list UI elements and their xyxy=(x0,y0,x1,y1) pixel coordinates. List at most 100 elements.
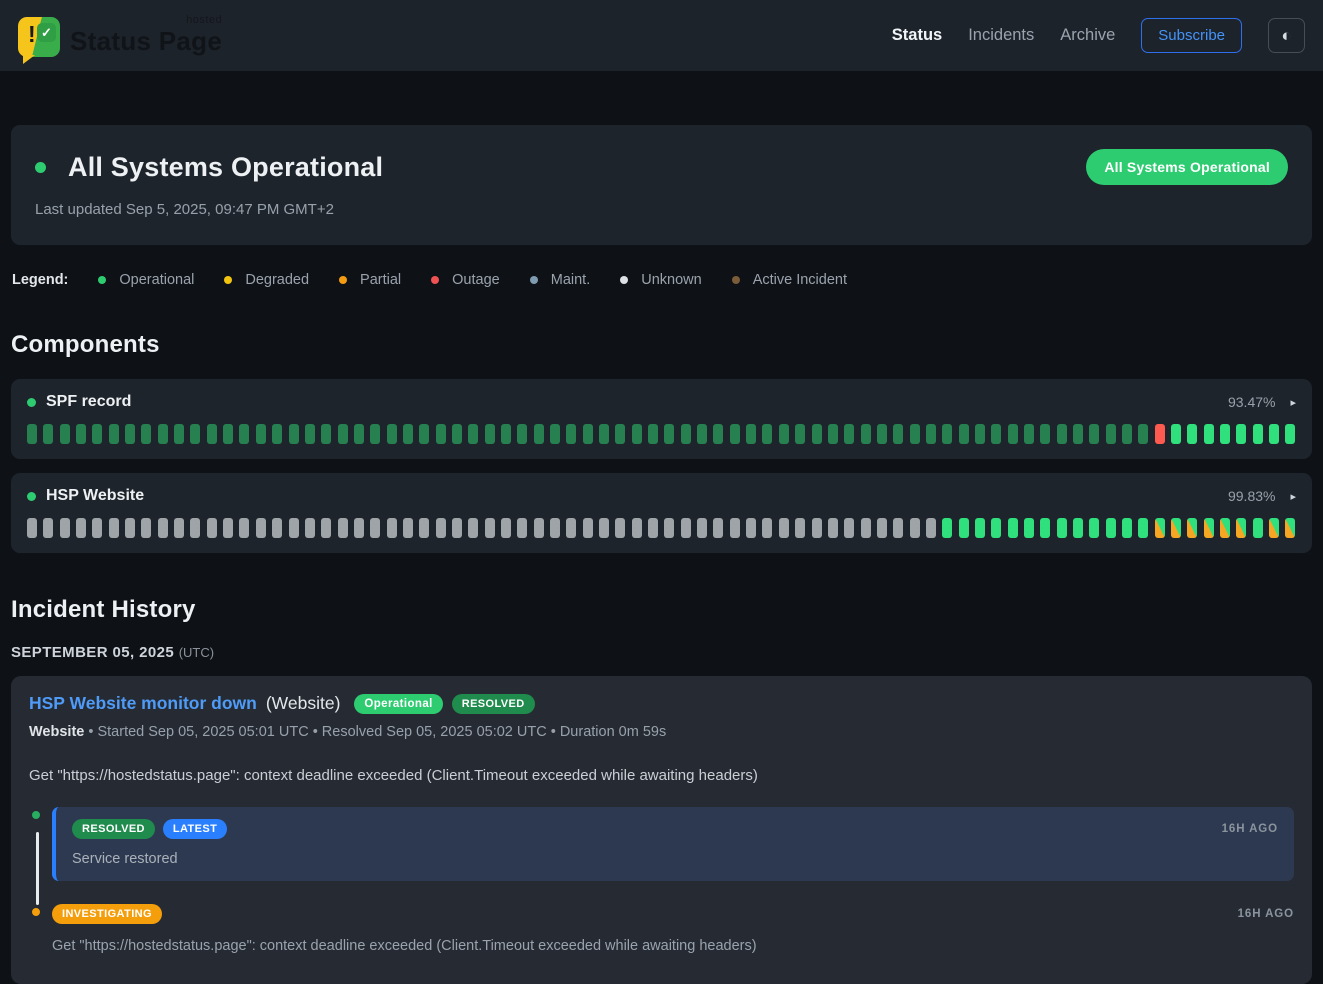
uptime-bar-operational-dim xyxy=(681,424,691,444)
speech-bubble-tail xyxy=(23,55,35,64)
uptime-bar-unknown xyxy=(60,518,70,538)
overall-status-card: All Systems Operational All Systems Oper… xyxy=(11,125,1312,245)
uptime-bar-operational-dim xyxy=(272,424,282,444)
incident-date: SEPTEMBER 05, 2025 xyxy=(11,644,174,661)
uptime-bar-partial-mixed xyxy=(1171,518,1181,538)
incident-description: Get "https://hostedstatus.page": context… xyxy=(29,767,1294,784)
unknown-dot-icon xyxy=(620,276,628,284)
component-name: HSP Website xyxy=(46,487,144,505)
incident-title-suffix: (Website) xyxy=(266,693,341,714)
uptime-bar-operational-dim xyxy=(76,424,86,444)
uptime-bar-operational xyxy=(942,518,952,538)
uptime-bar-operational xyxy=(1008,518,1018,538)
uptime-bar-operational-dim xyxy=(975,424,985,444)
uptime-bar-operational-dim xyxy=(468,424,478,444)
uptime-bar-unknown xyxy=(746,518,756,538)
uptime-bar-chart xyxy=(27,424,1296,444)
legend-item-label: Outage xyxy=(452,272,500,288)
uptime-bar-unknown xyxy=(648,518,658,538)
uptime-bar-operational-dim xyxy=(256,424,266,444)
uptime-bar-partial-mixed xyxy=(1187,518,1197,538)
uptime-bar-operational-dim xyxy=(926,424,936,444)
uptime-bar-unknown xyxy=(158,518,168,538)
incident-title-link[interactable]: HSP Website monitor down xyxy=(29,693,257,714)
brand-superscript: hosted xyxy=(186,14,222,26)
component-header-row[interactable]: HSP Website 99.83% ▸ xyxy=(27,487,1296,505)
nav-incidents[interactable]: Incidents xyxy=(968,26,1034,45)
uptime-bar-operational-dim xyxy=(615,424,625,444)
expand-chevron-icon[interactable]: ▸ xyxy=(1290,490,1296,503)
uptime-bar-operational-dim xyxy=(632,424,642,444)
uptime-bar-unknown xyxy=(485,518,495,538)
component-status-dot xyxy=(27,398,36,407)
uptime-bar-unknown xyxy=(190,518,200,538)
theme-toggle-button[interactable]: ◐ xyxy=(1268,18,1305,53)
brand-text: hosted Status Page xyxy=(70,14,222,57)
uptime-bar-operational xyxy=(1089,518,1099,538)
uptime-bar-operational-dim xyxy=(223,424,233,444)
status-legend: Legend: Operational Degraded Partial Out… xyxy=(12,272,1311,288)
timeline-update-box: INVESTIGATING 16H AGO Get "https://hoste… xyxy=(52,904,1294,954)
uptime-bar-unknown xyxy=(174,518,184,538)
legend-item-label: Active Incident xyxy=(753,272,847,288)
exclamation-icon: ! xyxy=(28,21,36,48)
timeline-update-box-latest: RESOLVED LATEST 16H AGO Service restored xyxy=(52,807,1294,881)
uptime-bar-operational-dim xyxy=(1024,424,1034,444)
uptime-bar-unknown xyxy=(762,518,772,538)
overall-status-title: All Systems Operational xyxy=(68,152,383,183)
incident-component-badge: Operational xyxy=(354,694,442,714)
uptime-bar-operational-dim xyxy=(1122,424,1132,444)
uptime-bar-operational-dim xyxy=(762,424,772,444)
timeline-entry-investigating: INVESTIGATING 16H AGO Get "https://hoste… xyxy=(29,904,1294,954)
uptime-bar-operational-dim xyxy=(305,424,315,444)
component-header-row[interactable]: SPF record 93.47% ▸ xyxy=(27,393,1296,411)
subscribe-button[interactable]: Subscribe xyxy=(1141,18,1242,53)
uptime-bar-operational xyxy=(1253,518,1263,538)
uptime-bar-partial-mixed xyxy=(1269,518,1279,538)
brand[interactable]: ! ✓ hosted Status Page xyxy=(18,14,222,57)
legend-item-label: Partial xyxy=(360,272,401,288)
nav-archive[interactable]: Archive xyxy=(1060,26,1115,45)
uptime-bar-unknown xyxy=(92,518,102,538)
uptime-bar-operational-dim xyxy=(403,424,413,444)
uptime-bar-unknown xyxy=(926,518,936,538)
uptime-bar-operational xyxy=(1024,518,1034,538)
uptime-bar-operational-dim xyxy=(207,424,217,444)
uptime-bar-operational-dim xyxy=(599,424,609,444)
uptime-bar-unknown xyxy=(713,518,723,538)
uptime-bar-unknown xyxy=(910,518,920,538)
uptime-bar-operational-dim xyxy=(730,424,740,444)
brand-name: Status Page xyxy=(70,26,222,56)
uptime-bar-operational-dim xyxy=(844,424,854,444)
uptime-bar-chart xyxy=(27,518,1296,538)
nav-status[interactable]: Status xyxy=(892,26,942,45)
uptime-bar-operational-dim xyxy=(828,424,838,444)
uptime-bar-operational-dim xyxy=(697,424,707,444)
resolved-badge: RESOLVED xyxy=(72,819,155,839)
uptime-bar-operational-dim xyxy=(109,424,119,444)
uptime-bar-unknown xyxy=(436,518,446,538)
uptime-bar-operational-dim xyxy=(812,424,822,444)
uptime-bar-operational xyxy=(1253,424,1263,444)
expand-chevron-icon[interactable]: ▸ xyxy=(1290,396,1296,409)
uptime-bar-unknown xyxy=(338,518,348,538)
uptime-bar-unknown xyxy=(289,518,299,538)
uptime-bar-unknown xyxy=(141,518,151,538)
degraded-dot-icon xyxy=(224,276,232,284)
uptime-bar-operational xyxy=(1204,424,1214,444)
uptime-bar-operational-dim xyxy=(991,424,1001,444)
incident-state-badge: RESOLVED xyxy=(452,694,535,714)
incident-history-heading: Incident History xyxy=(11,596,1312,624)
uptime-bar-operational-dim xyxy=(370,424,380,444)
legend-item-label: Unknown xyxy=(641,272,701,288)
uptime-bar-operational-dim xyxy=(1138,424,1148,444)
uptime-bar-operational-dim xyxy=(1106,424,1116,444)
timeline-dot-resolved-icon xyxy=(29,808,43,822)
uptime-bar-unknown xyxy=(354,518,364,538)
uptime-bar-unknown xyxy=(109,518,119,538)
uptime-bar-operational-dim xyxy=(1040,424,1050,444)
uptime-bar-unknown xyxy=(583,518,593,538)
uptime-bar-unknown xyxy=(43,518,53,538)
uptime-bar-unknown xyxy=(812,518,822,538)
legend-item-unknown: Unknown xyxy=(620,272,701,288)
